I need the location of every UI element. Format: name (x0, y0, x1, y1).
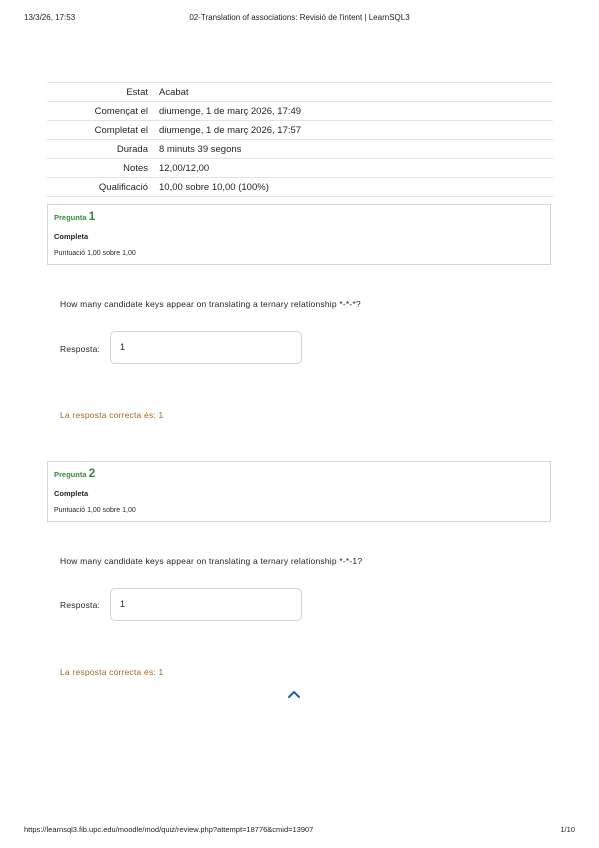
summary-value: 10,00 sobre 10,00 (100%) (159, 177, 553, 197)
question-prefix: Pregunta (54, 470, 87, 479)
print-header: 13/3/26, 17:53 02-Translation of associa… (24, 13, 575, 25)
summary-row-started: Començat el diumenge, 1 de març 2026, 17… (47, 101, 553, 121)
summary-label: Estat (47, 82, 159, 102)
summary-value: diumenge, 1 de març 2026, 17:57 (159, 120, 553, 140)
question-state: Completa (54, 489, 89, 498)
question-1-info-box: Pregunta 1 Completa Puntuació 1,00 sobre… (47, 204, 551, 265)
print-page-number: 1/10 (560, 825, 575, 834)
question-number-value: 2 (88, 466, 96, 480)
question-number: Pregunta 1 (54, 209, 95, 223)
question-2-text: How many candidate keys appear on transl… (60, 556, 363, 566)
print-url: https://learnsql3.fib.upc.edu/moodle/mod… (24, 825, 314, 834)
question-state: Completa (54, 232, 89, 241)
summary-value: 12,00/12,00 (159, 158, 553, 178)
question-grade: Puntuació 1,00 sobre 1,00 (54, 507, 136, 514)
print-page-title: 02-Translation of associations: Revisió … (189, 13, 410, 22)
question-2-answer-field[interactable]: 1 (110, 588, 302, 621)
summary-row-state: Estat Acabat (47, 82, 553, 102)
summary-value: 8 minuts 39 segons (159, 139, 553, 159)
question-2-right-answer: La resposta correcta és: 1 (60, 667, 164, 677)
answer-label: Resposta: (60, 600, 101, 610)
question-1-answer-field[interactable]: 1 (110, 331, 302, 364)
summary-row-completed: Completat el diumenge, 1 de març 2026, 1… (47, 120, 553, 140)
summary-value: Acabat (159, 82, 553, 102)
question-prefix: Pregunta (54, 213, 87, 222)
summary-label: Durada (47, 139, 159, 159)
question-number: Pregunta 2 (54, 466, 95, 480)
summary-row-duration: Durada 8 minuts 39 segons (47, 139, 553, 159)
summary-label: Qualificació (47, 177, 159, 197)
question-1-text: How many candidate keys appear on transl… (60, 299, 361, 309)
summary-value: diumenge, 1 de març 2026, 17:49 (159, 101, 553, 121)
print-footer: https://learnsql3.fib.upc.edu/moodle/mod… (24, 825, 575, 837)
summary-label: Completat el (47, 120, 159, 140)
summary-row-grade: Qualificació 10,00 sobre 10,00 (100%) (47, 177, 553, 197)
question-2-info-box: Pregunta 2 Completa Puntuació 1,00 sobre… (47, 461, 551, 522)
question-number-value: 1 (88, 209, 96, 223)
answer-label: Resposta: (60, 344, 101, 354)
summary-label: Notes (47, 158, 159, 178)
chevron-up-icon[interactable] (287, 689, 301, 699)
question-grade: Puntuació 1,00 sobre 1,00 (54, 250, 136, 257)
summary-row-marks: Notes 12,00/12,00 (47, 158, 553, 178)
summary-label: Començat el (47, 101, 159, 121)
attempt-summary-table: Estat Acabat Començat el diumenge, 1 de … (47, 82, 553, 197)
question-1-right-answer: La resposta correcta és: 1 (60, 410, 164, 420)
